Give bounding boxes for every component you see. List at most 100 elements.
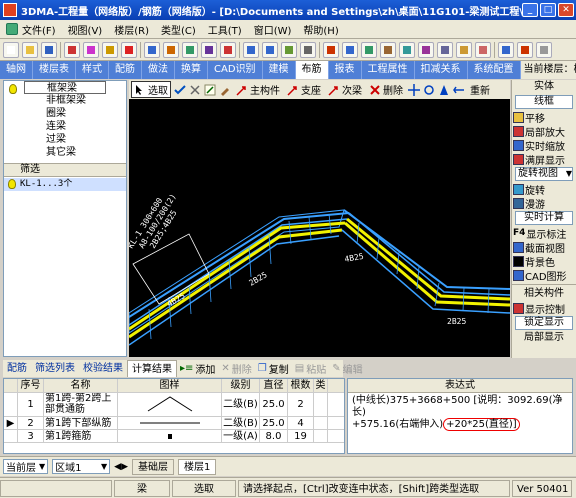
area-combo[interactable]: 区域1 ▼ bbox=[52, 459, 111, 474]
copy-button[interactable]: ❐ 复制 bbox=[255, 361, 292, 376]
tab-check-result[interactable]: 校验结果 bbox=[79, 360, 127, 377]
lock-display-button[interactable]: 锁定显示 bbox=[515, 316, 573, 330]
tab-convert[interactable]: 换算 bbox=[175, 61, 208, 79]
tab-modeling[interactable]: 建模 bbox=[263, 61, 296, 79]
delete-button[interactable]: 删除 bbox=[367, 82, 405, 97]
undo-icon[interactable] bbox=[243, 41, 259, 58]
tab-axis[interactable]: 轴网 bbox=[0, 61, 33, 79]
reset-button[interactable]: 重新 bbox=[468, 82, 492, 97]
cad-graphics-button[interactable]: CAD图形 bbox=[512, 268, 576, 283]
realtime-zoom-button[interactable]: 实时缩放 bbox=[512, 138, 576, 153]
tab-deduction[interactable]: 扣减关系 bbox=[415, 61, 468, 79]
tab-system-config[interactable]: 系统配置 bbox=[468, 61, 521, 79]
tab-calc-result[interactable]: 计算结果 bbox=[127, 360, 177, 377]
checkmark-icon[interactable] bbox=[174, 84, 186, 96]
tab-method[interactable]: 做法 bbox=[142, 61, 175, 79]
background-color-button[interactable]: 背景色 bbox=[512, 254, 576, 269]
rebar-3d-viewport[interactable]: KL-1 300×600 A8-100/200(2) 2B25;4B25 4B2… bbox=[129, 99, 510, 357]
menu-type[interactable]: 类型(C) bbox=[155, 22, 202, 37]
main-component-button[interactable]: 主构件 bbox=[234, 82, 282, 97]
copy-icon[interactable] bbox=[83, 41, 99, 58]
close-button[interactable]: ✕ bbox=[558, 3, 574, 17]
grid-icon[interactable] bbox=[144, 41, 160, 58]
rotate-button[interactable]: 旋转 bbox=[512, 182, 576, 197]
tree-item-ring-beam[interactable]: 圈梁 bbox=[4, 107, 126, 120]
tree-item-non-frame-beam[interactable]: 非框架梁 bbox=[4, 94, 126, 107]
delete-row-button[interactable]: ✕ 删除 bbox=[218, 361, 254, 376]
cut-icon[interactable] bbox=[64, 41, 80, 58]
wall-icon[interactable] bbox=[380, 41, 396, 58]
tab-rebar-layout[interactable]: 布筋 bbox=[295, 61, 329, 79]
delete-icon[interactable] bbox=[121, 41, 137, 58]
paste-button[interactable]: ▤ 粘贴 bbox=[292, 361, 329, 376]
tree-item-other-beam[interactable]: 其它梁 bbox=[4, 146, 126, 159]
tab-cad-recognition[interactable]: CAD识别 bbox=[208, 61, 263, 79]
calc-icon[interactable] bbox=[201, 41, 217, 58]
show-annotation-button[interactable]: F4 显示标注 bbox=[512, 226, 576, 241]
print-icon[interactable] bbox=[300, 41, 316, 58]
open-file-icon[interactable] bbox=[22, 41, 38, 58]
tree-item-frame-beam[interactable]: 框架梁 bbox=[9, 81, 106, 94]
local-display-button[interactable]: 局部显示 bbox=[512, 331, 576, 345]
stair-icon[interactable] bbox=[418, 41, 434, 58]
check-icon[interactable] bbox=[220, 41, 236, 58]
floor-tab-floor1[interactable]: 楼层1 bbox=[178, 458, 217, 475]
eraser-icon[interactable] bbox=[536, 41, 552, 58]
menu-view[interactable]: 视图(V) bbox=[62, 22, 109, 37]
wireframe-button[interactable]: 线框 bbox=[515, 95, 573, 109]
move-icon[interactable] bbox=[408, 83, 420, 96]
table-icon[interactable] bbox=[163, 41, 179, 58]
zoom-window-button[interactable]: 局部放大 bbox=[512, 124, 576, 139]
opening-icon[interactable] bbox=[456, 41, 472, 58]
tab-rebar-config[interactable]: 配筋 bbox=[3, 360, 31, 377]
paste-icon[interactable] bbox=[102, 41, 118, 58]
pan-button[interactable]: 平移 bbox=[512, 110, 576, 125]
layer-icon[interactable] bbox=[281, 41, 297, 58]
rebar-icon[interactable] bbox=[323, 41, 339, 58]
foundation-icon[interactable] bbox=[437, 41, 453, 58]
menu-help[interactable]: 帮助(H) bbox=[297, 22, 344, 37]
menu-tools[interactable]: 工具(T) bbox=[202, 22, 248, 37]
tab-reinforcement[interactable]: 配筋 bbox=[109, 61, 142, 79]
table-row[interactable]: 3 第1跨箍筋 一级(A) 8.0 19 bbox=[4, 430, 344, 443]
slab-icon[interactable] bbox=[399, 41, 415, 58]
section-view-button[interactable]: 截面视图 bbox=[512, 240, 576, 255]
menu-file[interactable]: 文件(F) bbox=[0, 22, 62, 37]
align-icon[interactable] bbox=[453, 84, 465, 96]
tab-project-attributes[interactable]: 工程属性 bbox=[362, 61, 415, 79]
table-row[interactable]: 1 第1跨-第2跨上部贯通筋 二级(B) 25.0 2 bbox=[4, 393, 344, 417]
menu-floor[interactable]: 楼层(R) bbox=[108, 22, 155, 37]
edit-button[interactable]: ✎ 编辑 bbox=[329, 361, 365, 376]
filter-result-row[interactable]: KL-1...3个 bbox=[4, 178, 126, 191]
tree-item-coupling-beam[interactable]: 连梁 bbox=[4, 120, 126, 133]
tree-item-lintel[interactable]: 过梁 bbox=[4, 133, 126, 146]
column-icon[interactable] bbox=[361, 41, 377, 58]
tab-filter-list[interactable]: 筛选列表 bbox=[31, 360, 79, 377]
realtime-calc-button[interactable]: 实时计算 bbox=[515, 211, 573, 225]
rotate-view-combo[interactable]: 旋转视图 ▼ bbox=[515, 167, 573, 181]
rotate-icon[interactable] bbox=[423, 84, 435, 96]
display-icon[interactable] bbox=[498, 41, 514, 58]
tab-floor-table[interactable]: 楼层表 bbox=[33, 61, 76, 79]
pen-icon[interactable] bbox=[517, 41, 533, 58]
axis-icon[interactable] bbox=[475, 41, 491, 58]
secondary-beam-button[interactable]: 次梁 bbox=[326, 82, 364, 97]
display-control-button[interactable]: 显示控制 bbox=[512, 301, 576, 316]
support-button[interactable]: 支座 bbox=[285, 82, 323, 97]
add-button[interactable]: ▸≡ 添加 bbox=[177, 361, 218, 376]
cross-icon[interactable] bbox=[189, 84, 201, 96]
maximize-button[interactable]: □ bbox=[540, 3, 556, 17]
floor-tab-foundation[interactable]: 基础层 bbox=[132, 458, 174, 475]
current-floor-combo[interactable]: 当前层 ▼ bbox=[3, 459, 49, 474]
tab-style[interactable]: 样式 bbox=[76, 61, 109, 79]
table-row[interactable]: ▶ 2 第1跨下部纵筋 二级(B) 25.0 4 bbox=[4, 417, 344, 430]
minimize-button[interactable]: _ bbox=[522, 3, 538, 17]
save-icon[interactable] bbox=[41, 41, 57, 58]
menu-window[interactable]: 窗口(W) bbox=[248, 22, 298, 37]
fit-screen-button[interactable]: 满屏显示 bbox=[512, 152, 576, 167]
select-button[interactable]: 选取 bbox=[131, 81, 171, 98]
walk-button[interactable]: 漫游 bbox=[512, 196, 576, 211]
new-file-icon[interactable] bbox=[3, 41, 19, 58]
report-icon[interactable] bbox=[182, 41, 198, 58]
brush-icon[interactable] bbox=[219, 84, 231, 96]
